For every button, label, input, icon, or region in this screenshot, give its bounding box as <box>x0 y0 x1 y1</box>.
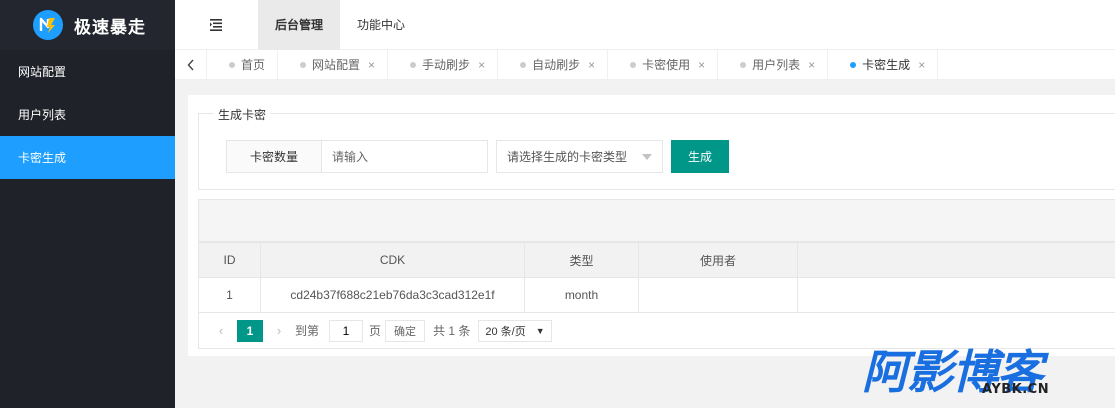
generate-form: 卡密数量 请选择生成的卡密类型 生成 <box>226 140 729 173</box>
sidebar: 极速暴走 网站配置 用户列表 卡密生成 <box>0 0 175 408</box>
page-tab-label: 自动刷步 <box>532 58 581 72</box>
sidebar-item-card-generate[interactable]: 卡密生成 <box>0 136 175 179</box>
next-page-icon[interactable]: › <box>269 323 289 338</box>
close-icon[interactable]: × <box>478 58 485 72</box>
page-tab-label: 首页 <box>241 58 266 72</box>
tab-dot-icon <box>740 61 747 68</box>
page-tab-card-usage[interactable]: 卡密使用 × <box>608 49 719 80</box>
page-tab-label: 网站配置 <box>312 58 361 72</box>
page-size-value: 20 条/页 <box>485 325 526 338</box>
sidebar-item-label: 网站配置 <box>18 65 67 79</box>
page-tab-label: 卡密生成 <box>862 58 911 72</box>
page-tab-manual-steps[interactable]: 手动刷步 × <box>388 49 499 80</box>
cdk-table: ID CDK 类型 使用者 1 cd24b37f688c21eb76da3c3c… <box>198 242 1115 313</box>
prev-page-icon[interactable]: ‹ <box>211 323 231 338</box>
main-content: 生成卡密 卡密数量 请选择生成的卡密类型 生成 ID CDK 类型 使用者 <box>188 95 1115 356</box>
page-size-select[interactable]: 20 条/页 ▼ <box>478 319 552 342</box>
sidebar-item-label: 用户列表 <box>18 108 67 122</box>
caret-down-icon: ▼ <box>535 325 545 336</box>
card-count-label: 卡密数量 <box>226 140 322 173</box>
goto-confirm-button[interactable]: 确定 <box>385 319 426 342</box>
brand-name: 极速暴走 <box>74 17 146 37</box>
card-type-select[interactable]: 请选择生成的卡密类型 <box>496 140 663 173</box>
menu-fold-icon[interactable] <box>175 0 258 50</box>
tab-dot-icon <box>300 61 307 68</box>
lightning-n-logo-icon <box>33 10 63 40</box>
close-icon[interactable]: × <box>918 58 925 72</box>
sidebar-item-site-config[interactable]: 网站配置 <box>0 50 175 93</box>
brand-logo[interactable]: 极速暴走 <box>0 0 175 50</box>
tab-dot-icon <box>630 61 637 68</box>
card-count-input[interactable] <box>322 140 488 173</box>
page-tab-auto-steps[interactable]: 自动刷步 × <box>498 49 609 80</box>
goto-label: 到第 <box>295 324 320 338</box>
card-type-select-value: 请选择生成的卡密类型 <box>507 150 628 164</box>
close-icon[interactable]: × <box>698 58 705 72</box>
cell-user <box>638 277 798 313</box>
cdk-table-panel: ID CDK 类型 使用者 1 cd24b37f688c21eb76da3c3c… <box>198 199 1115 349</box>
page-tab-label: 用户列表 <box>752 58 801 72</box>
close-icon[interactable]: × <box>808 58 815 72</box>
generate-card-fieldset: 生成卡密 卡密数量 请选择生成的卡密类型 生成 <box>198 106 1115 190</box>
page-tab-label: 卡密使用 <box>642 58 691 72</box>
cell-id: 1 <box>198 277 261 313</box>
chevron-left-icon[interactable] <box>175 49 207 80</box>
caret-down-icon <box>642 153 652 160</box>
page-tab-label: 手动刷步 <box>422 58 471 72</box>
page-tab-home[interactable]: 首页 <box>207 49 279 80</box>
sidebar-item-label: 卡密生成 <box>18 151 67 165</box>
column-header-type[interactable]: 类型 <box>524 242 639 278</box>
header-tab-admin[interactable]: 后台管理 <box>258 0 341 50</box>
page-tab-card-generate[interactable]: 卡密生成 × <box>828 49 939 80</box>
close-icon[interactable]: × <box>368 58 375 72</box>
watermark-logo: 阿影博客 AYBK.CN <box>862 344 1115 408</box>
cell-cdk: cd24b37f688c21eb76da3c3cad312e1f <box>260 277 525 313</box>
column-header-cdk[interactable]: CDK <box>260 242 525 278</box>
top-header: 后台管理 功能中心 <box>175 0 1115 50</box>
tab-dot-icon <box>850 61 857 68</box>
page-unit-label: 页 <box>369 324 382 338</box>
cell-type: month <box>524 277 639 313</box>
column-header-user[interactable]: 使用者 <box>638 242 798 278</box>
tab-dot-icon <box>410 61 417 68</box>
current-page[interactable]: 1 <box>237 319 263 342</box>
total-count: 共 1 条 <box>433 324 471 338</box>
page-tab-user-list[interactable]: 用户列表 × <box>718 49 829 80</box>
tab-dot-icon <box>229 61 235 68</box>
header-tab-functions[interactable]: 功能中心 <box>340 0 422 50</box>
column-header-id[interactable]: ID <box>198 242 261 278</box>
table-toolbar <box>198 199 1115 242</box>
page-tabbar: 首页 网站配置 × 手动刷步 × 自动刷步 × 卡密使用 × 用户列表 × 卡密… <box>175 49 1115 80</box>
watermark-subtext: AYBK.CN <box>982 382 1050 397</box>
table-row[interactable]: 1 cd24b37f688c21eb76da3c3cad312e1f month <box>198 277 1115 313</box>
generate-button[interactable]: 生成 <box>671 140 729 173</box>
sidebar-item-user-list[interactable]: 用户列表 <box>0 93 175 136</box>
goto-page-input[interactable] <box>329 319 364 342</box>
page-tab-site-config[interactable]: 网站配置 × <box>278 49 389 80</box>
tab-dot-icon <box>520 61 527 68</box>
cell-extra <box>797 277 1115 313</box>
fieldset-legend: 生成卡密 <box>214 106 271 123</box>
close-icon[interactable]: × <box>588 58 595 72</box>
table-header-row: ID CDK 类型 使用者 <box>198 242 1115 278</box>
column-header-extra <box>797 242 1115 278</box>
